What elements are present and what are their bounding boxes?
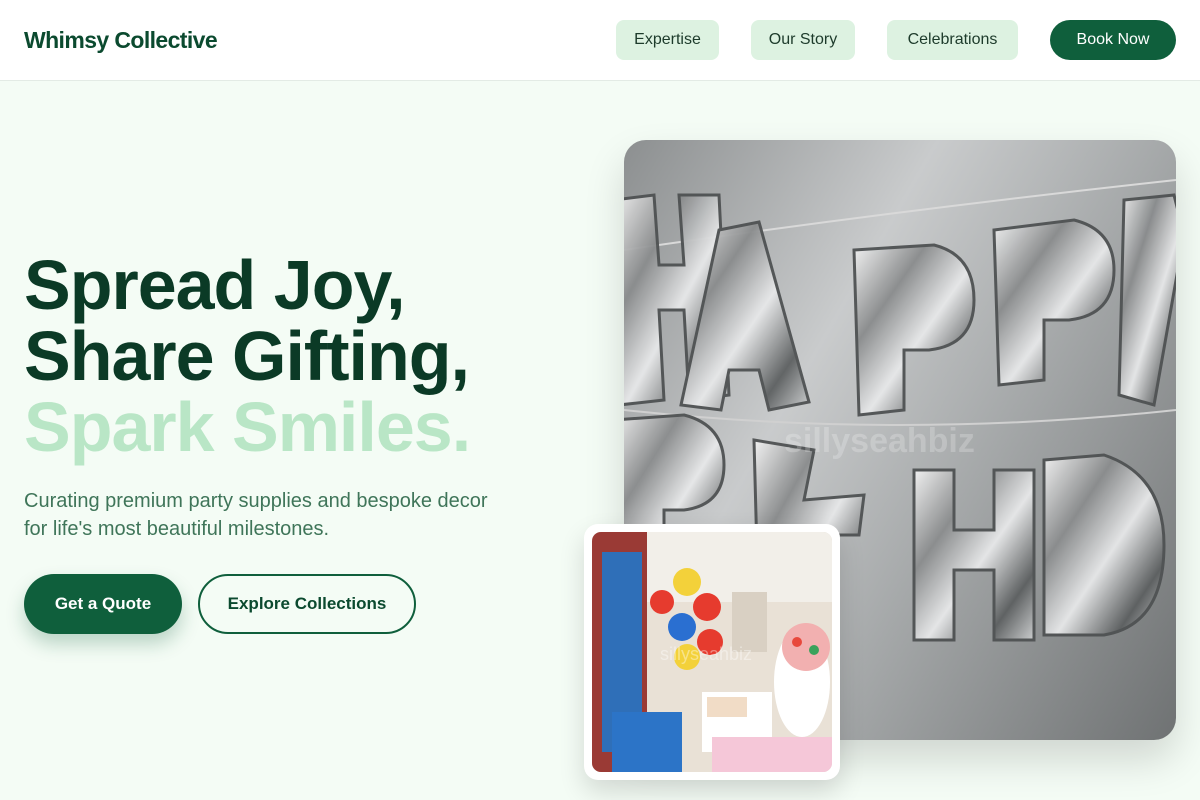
get-a-quote-button[interactable]: Get a Quote <box>24 574 182 634</box>
nav-our-story-button[interactable]: Our Story <box>751 20 855 60</box>
brand-logo[interactable]: Whimsy Collective <box>24 27 218 54</box>
main-photo-watermark: sillyseahbiz <box>784 422 975 460</box>
explore-collections-button[interactable]: Explore Collections <box>198 574 416 634</box>
inset-photo-watermark: sillyseahbiz <box>660 644 753 664</box>
nav-expertise-button[interactable]: Expertise <box>616 20 719 60</box>
hero-title-line-2: Share Gifting, <box>24 317 470 395</box>
book-now-button[interactable]: Book Now <box>1050 20 1176 60</box>
hero-title-line-3: Spark Smiles. <box>24 388 471 466</box>
party-photo-card: sillyseahbiz <box>584 524 840 780</box>
hero-title: Spread Joy, Share Gifting, Spark Smiles. <box>24 250 584 463</box>
hero-title-line-1: Spread Joy, <box>24 246 406 324</box>
hero-subtitle: Curating premium party supplies and besp… <box>24 490 488 540</box>
nav-celebrations-button[interactable]: Celebrations <box>887 20 1018 60</box>
site-header: Whimsy Collective Expertise Our Story Ce… <box>0 0 1200 81</box>
party-decor-photo: sillyseahbiz <box>592 532 832 772</box>
